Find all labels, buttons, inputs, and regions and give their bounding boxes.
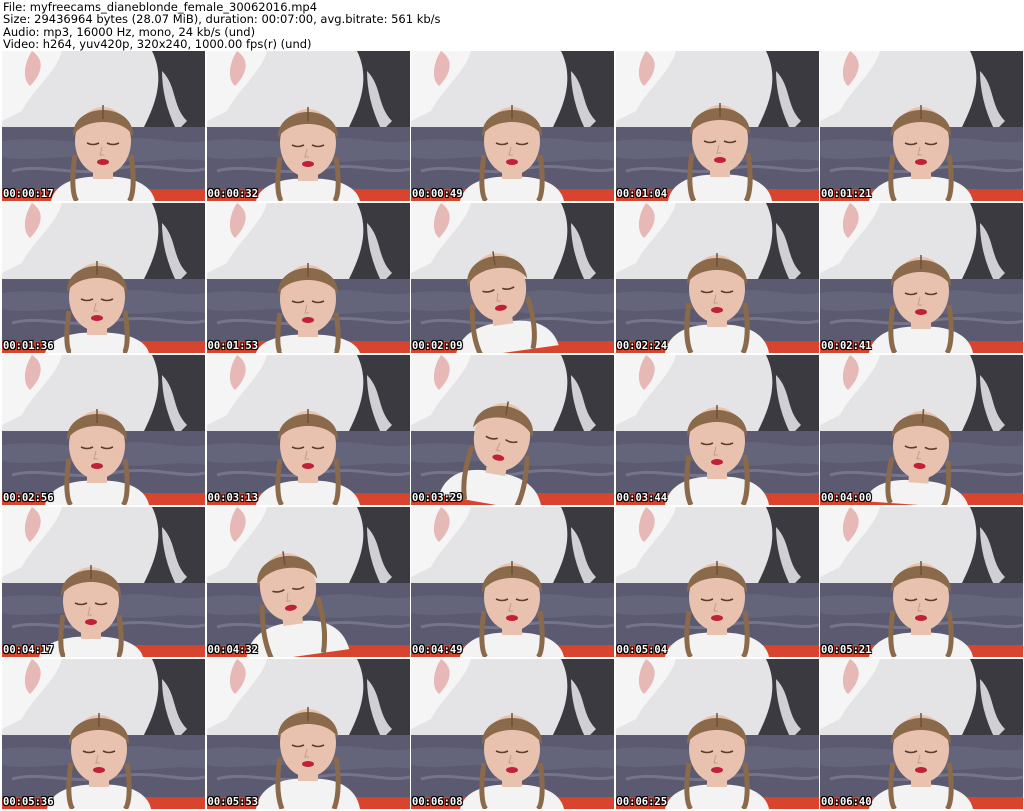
webcam-frame-image: [206, 51, 410, 201]
webcam-frame-image: [2, 51, 205, 201]
video-thumbnail: 00:00:49: [411, 51, 614, 201]
video-thumbnail: 00:05:21: [820, 507, 1023, 657]
timestamp-label: 00:02:24: [616, 340, 668, 352]
webcam-frame-image: [411, 355, 614, 505]
video-thumbnail: 00:05:53: [206, 659, 410, 809]
webcam-frame-image: [411, 51, 614, 201]
webcam-frame-image: [206, 203, 410, 353]
webcam-frame-image: [615, 51, 819, 201]
file-info-header: File: myfreecams_dianeblonde_female_3006…: [3, 1, 1021, 51]
video-thumbnail: 00:02:56: [2, 355, 205, 505]
video-thumbnail: 00:06:40: [820, 659, 1023, 809]
timestamp-label: 00:06:25: [616, 796, 668, 808]
video-thumbnail: 00:06:08: [411, 659, 614, 809]
webcam-frame-image: [206, 355, 410, 505]
video-thumbnail: 00:02:24: [615, 203, 819, 353]
video-thumbnail: 00:03:13: [206, 355, 410, 505]
timestamp-label: 00:06:08: [412, 796, 463, 808]
video-thumbnail: 00:01:21: [820, 51, 1023, 201]
timestamp-label: 00:03:29: [412, 492, 463, 504]
video-thumbnail: 00:02:41: [820, 203, 1023, 353]
video-thumbnail: 00:00:17: [2, 51, 205, 201]
webcam-frame-image: [206, 659, 410, 809]
video-thumbnail: 00:05:04: [615, 507, 819, 657]
timestamp-label: 00:02:56: [3, 492, 54, 504]
video-thumbnail: 00:01:53: [206, 203, 410, 353]
video-thumbnail: 00:03:29: [411, 355, 614, 505]
timestamp-label: 00:03:44: [616, 492, 668, 504]
thumbnail-grid: 00:00:17 00:00:32 00:00:49 00:01:04 00:0…: [2, 51, 1023, 810]
video-thumbnail: 00:02:09: [411, 203, 614, 353]
timestamp-label: 00:05:53: [207, 796, 259, 808]
webcam-frame-image: [411, 659, 614, 809]
webcam-frame-image: [820, 659, 1023, 809]
webcam-frame-image: [615, 659, 819, 809]
timestamp-label: 00:00:32: [207, 188, 259, 200]
timestamp-label: 00:04:49: [412, 644, 463, 656]
webcam-frame-image: [411, 507, 614, 657]
video-thumbnail: 00:04:00: [820, 355, 1023, 505]
timestamp-label: 00:01:04: [616, 188, 668, 200]
timestamp-label: 00:02:41: [821, 340, 872, 352]
webcam-frame-image: [615, 507, 819, 657]
webcam-frame-image: [411, 203, 614, 353]
video-thumbnail: 00:06:25: [615, 659, 819, 809]
timestamp-label: 00:03:13: [207, 492, 259, 504]
webcam-frame-image: [2, 203, 205, 353]
video-thumbnail: 00:01:04: [615, 51, 819, 201]
timestamp-label: 00:05:36: [3, 796, 54, 808]
timestamp-label: 00:01:36: [3, 340, 54, 352]
video-thumbnail: 00:01:36: [2, 203, 205, 353]
video-thumbnail: 00:00:32: [206, 51, 410, 201]
timestamp-label: 00:05:21: [821, 644, 872, 656]
video-thumbnail: 00:04:32: [206, 507, 410, 657]
timestamp-label: 00:06:40: [821, 796, 872, 808]
webcam-frame-image: [615, 355, 819, 505]
webcam-frame-image: [206, 507, 410, 657]
webcam-frame-image: [615, 203, 819, 353]
webcam-frame-image: [820, 355, 1023, 505]
webcam-frame-image: [2, 659, 205, 809]
file-size-line: Size: 29436964 bytes (28.07 MiB), durati…: [3, 12, 441, 27]
timestamp-label: 00:04:00: [821, 492, 872, 504]
video-thumbnail: 00:05:36: [2, 659, 205, 809]
timestamp-label: 00:02:09: [412, 340, 463, 352]
webcam-frame-image: [2, 355, 205, 505]
webcam-frame-image: [820, 507, 1023, 657]
timestamp-label: 00:04:32: [207, 644, 259, 656]
timestamp-label: 00:01:53: [207, 340, 259, 352]
webcam-frame-image: [2, 507, 205, 657]
timestamp-label: 00:04:17: [3, 644, 54, 656]
timestamp-label: 00:00:17: [3, 188, 54, 200]
timestamp-label: 00:00:49: [412, 188, 463, 200]
video-thumbnail: 00:04:49: [411, 507, 614, 657]
timestamp-label: 00:01:21: [821, 188, 872, 200]
video-info-line: Video: h264, yuv420p, 320x240, 1000.00 f…: [3, 37, 312, 52]
timestamp-label: 00:05:04: [616, 644, 668, 656]
video-thumbnail: 00:03:44: [615, 355, 819, 505]
webcam-frame-image: [820, 51, 1023, 201]
video-thumbnail: 00:04:17: [2, 507, 205, 657]
webcam-frame-image: [820, 203, 1023, 353]
